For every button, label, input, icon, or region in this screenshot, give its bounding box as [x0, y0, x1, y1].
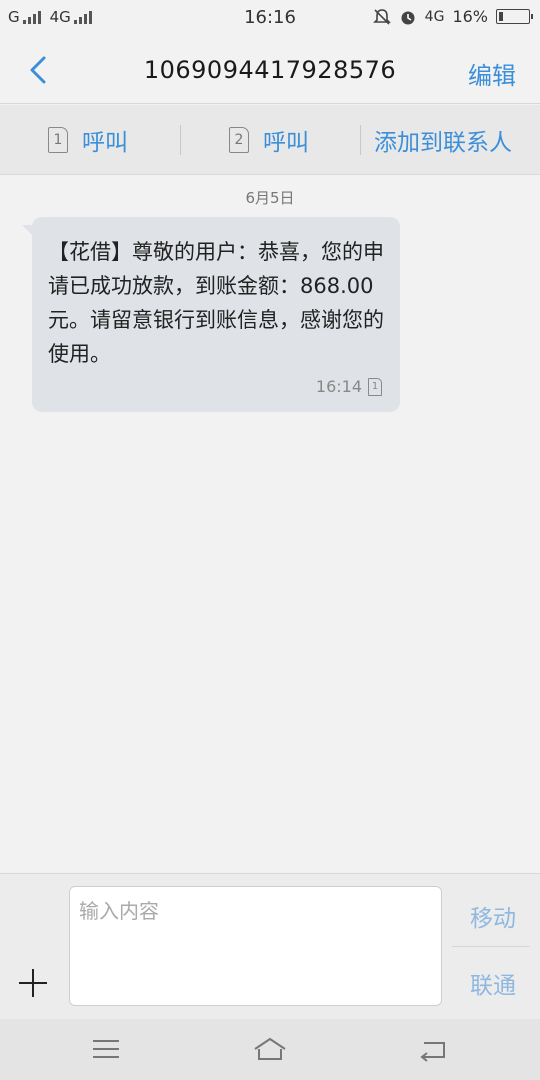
sim2-icon: 2 — [229, 127, 249, 153]
conversation-header: 1069094417928576 编辑 — [0, 36, 540, 104]
menu-button[interactable] — [88, 1035, 124, 1065]
call-sim2-button[interactable]: 2 呼叫 — [229, 123, 309, 157]
battery-percent: 16% — [452, 7, 488, 26]
back-arrow-icon — [420, 1042, 445, 1062]
sim-card-icon: 1 — [368, 377, 382, 396]
action-bar: 1 呼叫 2 呼叫 添加到联系人 — [0, 105, 540, 175]
message-meta: 16:14 1 — [316, 377, 382, 396]
home-button[interactable] — [252, 1035, 288, 1065]
menu-icon — [93, 1040, 119, 1058]
alarm-icon — [401, 11, 415, 24]
message-input[interactable] — [69, 886, 442, 1006]
sim1-icon: 1 — [48, 127, 68, 153]
battery-icon — [496, 9, 533, 24]
composer: 移动 联通 — [0, 873, 540, 1019]
call-sim2-label: 呼叫 — [263, 130, 309, 156]
add-attachment-button[interactable] — [16, 966, 50, 1000]
divider — [180, 125, 181, 155]
divider — [360, 125, 361, 155]
send-via-unicom-button[interactable]: 联通 — [470, 966, 516, 1000]
mute-bell-icon — [372, 8, 391, 25]
contact-number: 1069094417928576 — [143, 56, 397, 84]
date-separator: 6月5日 — [245, 189, 295, 207]
edit-button[interactable]: 编辑 — [468, 56, 516, 91]
message-text: 【花借】尊敬的用户：恭喜，您的申请已成功放款，到账金额：868.00元。请留意银… — [48, 240, 384, 366]
message-bubble[interactable]: 【花借】尊敬的用户：恭喜，您的申请已成功放款，到账金额：868.00元。请留意银… — [32, 217, 400, 412]
call-sim1-button[interactable]: 1 呼叫 — [48, 123, 128, 157]
status-bar: G 4G 16:16 4G 16% — [0, 0, 540, 36]
back-nav-button[interactable] — [416, 1035, 452, 1065]
network-badge: 4G — [424, 8, 445, 25]
add-contact-button[interactable]: 添加到联系人 — [374, 123, 512, 157]
call-sim1-label: 呼叫 — [82, 130, 128, 156]
send-via-mobile-button[interactable]: 移动 — [470, 899, 516, 933]
message-time: 16:14 — [315, 377, 362, 396]
status-right: 4G 16% — [372, 7, 533, 26]
home-icon — [254, 1037, 286, 1060]
divider — [452, 946, 530, 947]
system-nav-bar — [0, 1019, 540, 1080]
